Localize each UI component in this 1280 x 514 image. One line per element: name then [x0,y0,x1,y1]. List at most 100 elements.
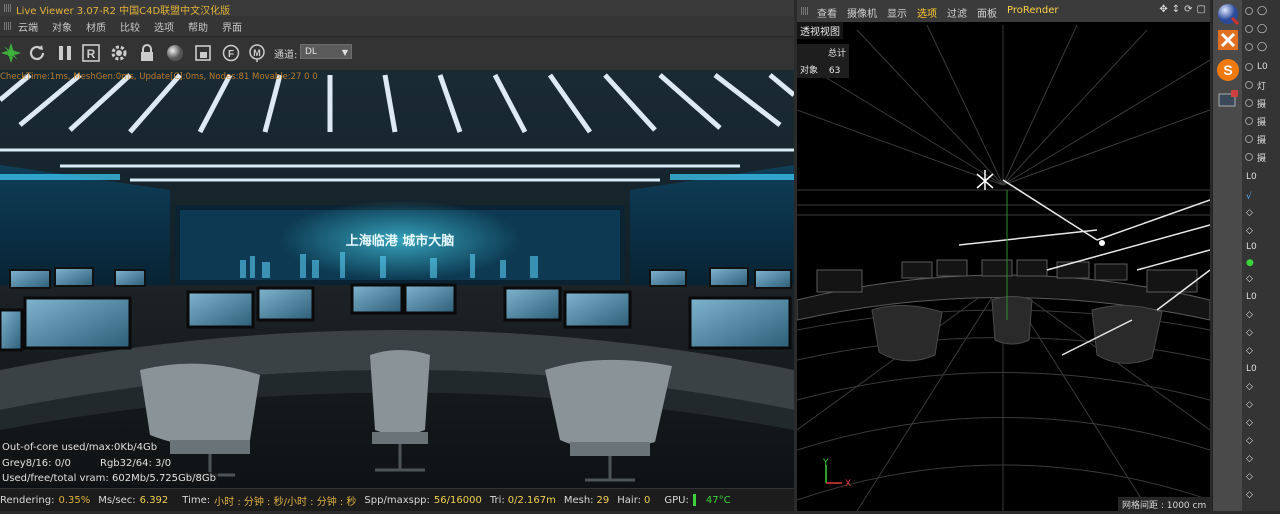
gpu-temp: 47°C [705,494,731,506]
perspective-viewport[interactable] [796,0,1211,512]
sphere-icon[interactable] [164,42,186,64]
list-item[interactable]: 摄 [1242,150,1280,164]
menu-cloud[interactable]: 云端 [18,19,38,34]
rgb-texture-info: Rgb32/64: 3/0 [98,457,174,470]
s-plugin-icon[interactable]: S [1216,58,1240,82]
move-view-icon[interactable]: ✥ [1159,4,1167,15]
maximize-view-icon[interactable]: ▢ [1197,4,1206,15]
list-item[interactable]: 灯 [1242,78,1280,92]
viewport-stats: 总计 对象 63 [797,44,849,78]
stats-label: 对象 [800,66,819,76]
viewport-controls: ✥ ↕ ⟳ ▢ [1159,4,1206,15]
mesh-value: 29 [596,494,610,506]
list-item[interactable]: ◇ [1242,470,1280,484]
list-item[interactable]: ◇ [1242,380,1280,394]
menu-material[interactable]: 材质 [86,19,106,34]
list-item[interactable]: L0 [1242,290,1280,304]
outofcore-info: Out-of-core used/max:0Kb/4Gb [0,441,160,454]
r-icon[interactable]: R [80,42,102,64]
list-item[interactable]: ◯ [1242,22,1280,36]
gpu-label: GPU: [664,494,689,506]
time-label: Time: [182,494,211,506]
list-item[interactable]: √ [1242,190,1280,204]
list-item[interactable]: ◯ [1242,40,1280,54]
menu-compare[interactable]: 比较 [120,19,140,34]
drag-grip-icon[interactable] [4,4,12,12]
rendering-label: Rendering: [0,494,55,506]
menu-filter[interactable]: 过滤 [947,5,967,20]
list-item[interactable]: 摄 [1242,96,1280,110]
list-item[interactable]: ◇ [1242,344,1280,358]
grid-spacing: 网格间距 : 1000 cm [1118,497,1211,512]
live-viewer-toolbar: R F M [0,37,794,69]
list-item[interactable]: 摄 [1242,114,1280,128]
svg-text:R: R [87,47,96,61]
live-viewer-menubar: 云端 对象 材质 比较 选项 帮助 界面 [0,16,794,37]
octane-logo-icon[interactable] [0,42,22,64]
render-debug-stats: CheckTime:1ms, MeshGen:0ms, Update[C]:0m… [0,72,318,82]
list-item[interactable]: ● [1242,256,1280,270]
list-item[interactable]: ◇ [1242,452,1280,466]
gpu-usage-bar [692,494,696,506]
list-item[interactable]: ◯ [1242,4,1280,18]
toggle-icon: ◯ [1257,6,1268,16]
menu-interface[interactable]: 界面 [222,19,242,34]
svg-text:F: F [228,49,234,60]
list-item[interactable]: ◇ [1242,398,1280,412]
grey-texture-info: Grey8/16: 0/0 [0,457,73,470]
render-canvas[interactable]: 上海临港 城市大脑 [0,70,794,488]
menu-display[interactable]: 显示 [887,5,907,20]
channel-select[interactable]: DL ▼ [300,44,352,59]
render-image: 上海临港 城市大脑 [0,70,794,488]
video-wall-sign: 上海临港 城市大脑 [346,233,455,249]
vram-info: Used/free/total vram: 602Mb/5.725Gb/8Gb [0,472,218,485]
toggle-icon: ◯ [1257,42,1268,52]
live-viewer-title: Live Viewer 3.07-R2 中国C4D联盟中文汉化版 [16,6,231,17]
hair-value: 0 [644,494,651,506]
live-viewer-titlebar: Live Viewer 3.07-R2 中国C4D联盟中文汉化版 [0,0,794,17]
list-item[interactable]: ◇ [1242,326,1280,340]
tool-palette: S [1212,0,1243,511]
material-ball-icon[interactable] [1216,2,1240,26]
focus-f-icon[interactable]: F [220,42,242,64]
drag-grip-icon[interactable] [4,22,12,30]
render-tool-icon[interactable] [1216,88,1240,112]
list-item[interactable]: ◇ [1242,488,1280,502]
zoom-view-icon[interactable]: ↕ [1172,4,1180,15]
list-item[interactable]: ◇ [1242,272,1280,286]
list-item[interactable]: ◇ [1242,416,1280,430]
menu-object[interactable]: 对象 [52,19,72,34]
list-item[interactable]: ◇ [1242,308,1280,322]
list-item[interactable]: L0 [1242,60,1280,74]
menu-view[interactable]: 查看 [817,5,837,20]
cross-tool-icon[interactable] [1216,28,1240,52]
list-item[interactable]: ◇ [1242,434,1280,448]
region-icon[interactable] [192,42,214,64]
refresh-icon[interactable] [26,42,48,64]
material-m-icon[interactable]: M [246,42,268,64]
menu-camera[interactable]: 摄像机 [847,5,877,20]
menu-options-active[interactable]: 选项 [917,5,937,20]
stats-value: 63 [828,66,841,76]
stats-row: 对象 63 [797,61,849,78]
list-item[interactable]: 摄 [1242,132,1280,146]
list-item[interactable]: ◇ [1242,206,1280,220]
menu-options[interactable]: 选项 [154,19,174,34]
mssec-value: 6.392 [139,494,169,506]
menu-prorender[interactable]: ProRender [1007,5,1058,20]
menu-panel[interactable]: 面板 [977,5,997,20]
list-item[interactable]: ◇ [1242,224,1280,238]
pause-icon[interactable] [54,42,76,64]
drag-grip-icon[interactable] [801,7,809,15]
axis-y-label: Y [822,458,829,468]
lock-icon[interactable] [136,42,158,64]
rotate-view-icon[interactable]: ⟳ [1184,4,1192,15]
list-item[interactable]: L0 [1242,170,1280,184]
menu-help[interactable]: 帮助 [188,19,208,34]
list-item[interactable]: L0 [1242,362,1280,376]
axis-x-label: X [845,479,851,487]
gear-icon[interactable] [108,42,130,64]
list-item[interactable]: L0 [1242,240,1280,254]
spp-label: Spp/maxspp: [364,494,430,506]
svg-text:S: S [1223,62,1232,78]
